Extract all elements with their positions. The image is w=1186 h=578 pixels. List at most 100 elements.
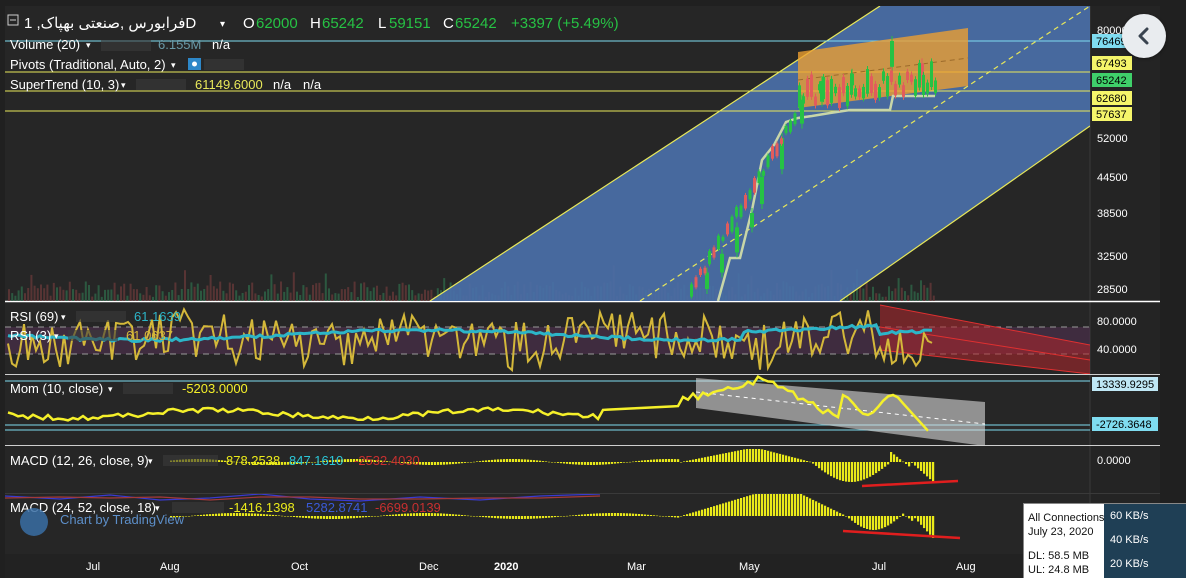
volume-bar	[270, 274, 273, 301]
pivots-menu-icon[interactable]: ▾	[171, 60, 176, 70]
macd-bar	[908, 516, 911, 519]
macd-bar	[296, 516, 299, 518]
volume-menu-icon[interactable]: ▾	[86, 40, 91, 50]
volume-bar	[120, 286, 122, 301]
pivots-legend-label[interactable]: Pivots (Traditional, Auto, 2)	[10, 57, 166, 72]
volume-bar	[72, 289, 74, 301]
macd-bar	[566, 515, 569, 517]
macd-bar	[818, 502, 821, 516]
volume-bar	[56, 287, 58, 301]
volume-bar	[292, 272, 295, 301]
rsi69-menu-icon[interactable]: ▾	[61, 312, 66, 322]
macd-bar	[653, 515, 656, 516]
macd-bar	[464, 462, 467, 463]
volume-bar	[206, 285, 209, 301]
macd-bar	[347, 516, 350, 519]
macd-bar	[458, 462, 461, 464]
macd-bar	[527, 516, 530, 519]
mom-menu-icon[interactable]: ▾	[108, 384, 113, 394]
macd-bar	[446, 513, 449, 516]
macd-bar	[476, 461, 479, 462]
macd-bar	[464, 515, 467, 516]
supertrend-menu-icon[interactable]: ▾	[121, 80, 126, 90]
macd1-menu-icon[interactable]: ▾	[148, 456, 153, 466]
macd-bar	[929, 516, 932, 535]
symbol-title[interactable]: فرابورس ,صنعتی بهپاک, 1D	[24, 15, 196, 32]
macd-bar	[899, 459, 902, 462]
pivots-legend-buttons[interactable]	[204, 59, 244, 70]
mom-legend-label[interactable]: Mom (10, close)	[10, 381, 103, 396]
macd-bar	[515, 459, 518, 462]
candle-body	[922, 74, 925, 95]
macd-bar	[563, 462, 566, 464]
macd-bar	[377, 516, 380, 517]
volume-bar	[251, 282, 254, 301]
macd-bar	[482, 460, 485, 462]
volume-bar	[200, 290, 202, 301]
volume-bar	[11, 293, 14, 301]
macd-bar	[680, 462, 683, 463]
macd-bar	[647, 514, 650, 516]
macd1-value-3: -2532.4030	[354, 453, 420, 468]
volume-bar	[897, 278, 900, 301]
rsi69-legend-label[interactable]: RSI (69)	[10, 309, 58, 324]
macd-bar	[827, 462, 830, 475]
macd-bar	[485, 460, 488, 462]
volume-bar	[17, 290, 20, 301]
macd-bar	[620, 462, 623, 463]
macd-bar	[320, 516, 323, 519]
price-tick-38500: 38500	[1097, 208, 1128, 220]
macd-bar	[656, 459, 659, 462]
macd-bar	[455, 514, 458, 516]
macd-bar	[305, 516, 308, 518]
macd-bar	[908, 462, 911, 467]
macd-bar	[434, 462, 437, 465]
macd-bar	[827, 507, 830, 516]
chart-canvas[interactable]: 80000 52000 44500 38500 32500 28500 7646…	[0, 0, 1186, 578]
symbol-dropdown-icon[interactable]: ▾	[220, 19, 225, 30]
macd-bar	[191, 515, 194, 517]
network-rate-60: 60 KB/s	[1110, 510, 1149, 522]
macd-bar	[590, 513, 593, 516]
price-scale[interactable]	[1090, 6, 1160, 554]
candle-body	[822, 76, 825, 100]
macd-bar	[749, 449, 752, 462]
time-tick-aug2: Aug	[956, 561, 976, 573]
macd-bar	[197, 515, 200, 516]
rsi3-menu-icon[interactable]: ▾	[54, 331, 59, 341]
supertrend-legend-label[interactable]: SuperTrend (10, 3)	[10, 77, 119, 92]
volume-bar	[78, 293, 81, 301]
macd-bar	[461, 462, 464, 464]
volume-legend-label[interactable]: Volume (20)	[10, 37, 80, 52]
macd-bar	[605, 462, 608, 465]
rsi3-legend-buttons[interactable]	[68, 330, 118, 341]
macd-tick-0: 0.0000	[1097, 455, 1131, 467]
macd-bar	[821, 504, 824, 516]
supertrend-legend-buttons[interactable]	[136, 79, 186, 90]
volume-bar	[81, 292, 84, 301]
rsi3-legend-label[interactable]: RSI (3)	[10, 328, 51, 343]
volume-bar	[171, 290, 174, 301]
macd-bar	[218, 513, 221, 516]
back-button[interactable]	[1122, 14, 1166, 58]
volume-legend-buttons[interactable]	[101, 40, 151, 51]
macd-bar	[557, 462, 560, 463]
macd-bar	[221, 460, 224, 462]
volume-bar	[203, 289, 206, 301]
time-tick-jul: Jul	[86, 561, 100, 573]
macd2-value-1: -1416.1398	[229, 500, 295, 515]
volume-bar	[196, 283, 199, 301]
macd-bar	[734, 451, 737, 462]
macd1-value-2: 847.1610	[289, 453, 343, 468]
mom-legend-buttons[interactable]	[123, 383, 173, 394]
candle-body	[735, 227, 739, 253]
macd-bar	[623, 462, 626, 463]
macd1-legend-buttons[interactable]	[163, 455, 218, 466]
macd-bar	[557, 516, 560, 517]
volume-bar	[43, 288, 46, 301]
rsi69-legend-buttons[interactable]	[76, 311, 126, 322]
macd1-legend-label[interactable]: MACD (12, 26, close, 9)	[10, 453, 149, 468]
macd-bar	[680, 516, 683, 517]
volume-bar	[27, 288, 30, 301]
macd-bar	[476, 516, 479, 517]
